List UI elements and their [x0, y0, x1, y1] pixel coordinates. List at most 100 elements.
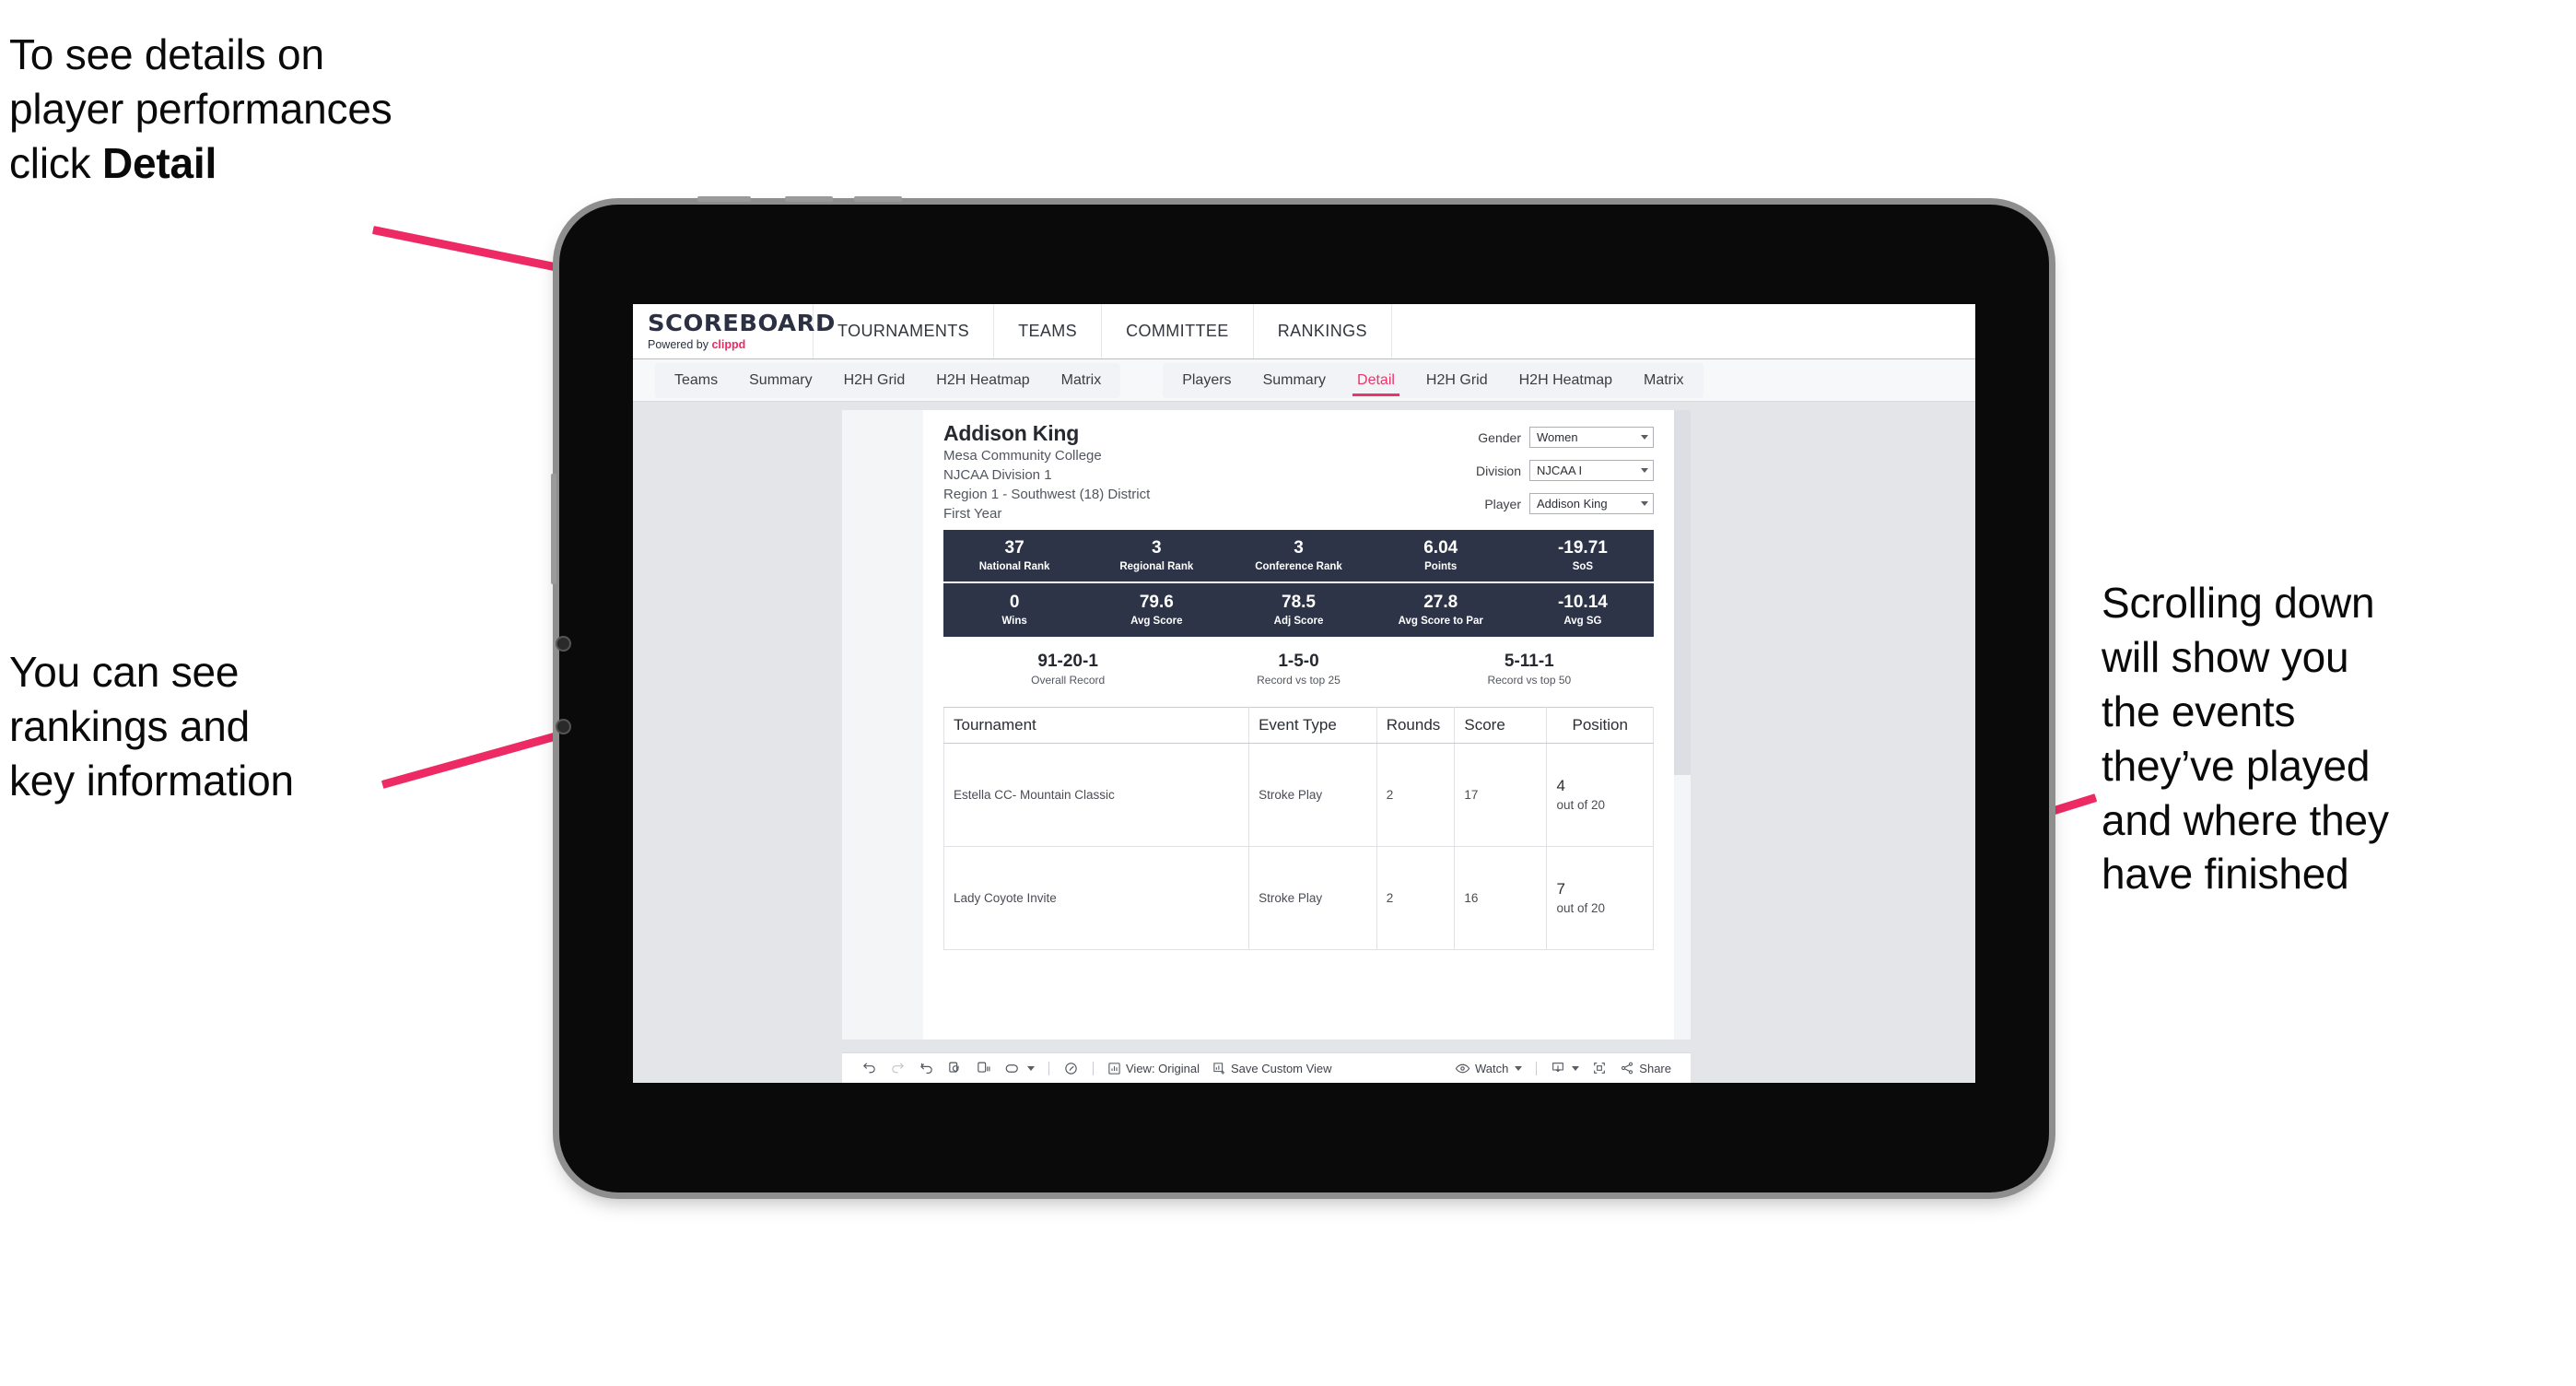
stat-label: Regional Rank [1119, 560, 1194, 572]
redo-button[interactable] [884, 1057, 912, 1079]
refresh-button[interactable] [941, 1057, 969, 1079]
cell-event-type: Stroke Play [1248, 742, 1377, 847]
stat-label: Avg SG [1563, 615, 1602, 627]
tab-teams[interactable]: Teams [659, 363, 733, 398]
col-header-rounds[interactable]: Rounds [1376, 706, 1456, 744]
scroll-track[interactable] [1674, 410, 1691, 775]
dashboard-workspace: Addison King Mesa Community College NJCA… [633, 402, 1975, 1083]
cell-rounds: 2 [1376, 742, 1456, 847]
tab-teams-summary[interactable]: Summary [733, 363, 827, 398]
stat-national-rank: 37 National Rank [943, 530, 1085, 581]
filter-gender-select[interactable]: Women [1529, 427, 1654, 448]
record-vs-top-25: 1-5-0 Record vs top 25 [1183, 652, 1413, 687]
nav-item-tournaments[interactable]: TOURNAMENTS [814, 304, 995, 358]
card-content: Addison King Mesa Community College NJCA… [923, 410, 1674, 1040]
player-name: Addison King [943, 421, 1080, 445]
redo-icon [892, 1062, 904, 1073]
stat-label: Conference Rank [1255, 560, 1342, 572]
tab-teams-h2h-heatmap[interactable]: H2H Heatmap [920, 363, 1045, 398]
nav-item-teams[interactable]: TEAMS [994, 304, 1103, 358]
pause-button[interactable] [1057, 1057, 1085, 1079]
toolbar-divider [1093, 1061, 1094, 1075]
pause-auto-update-button[interactable] [969, 1057, 998, 1079]
nav-item-committee[interactable]: COMMITTEE [1102, 304, 1254, 358]
share-button[interactable]: Share [1613, 1057, 1678, 1079]
events-table-head: Tournament Event Type Rounds Score Posit… [943, 706, 1654, 744]
stat-value: -10.14 [1557, 592, 1608, 612]
power-button[interactable] [697, 196, 751, 202]
cell-rounds: 2 [1376, 845, 1456, 950]
player-region: Region 1 - Southwest (18) District [943, 486, 1151, 502]
filter-gender: Gender Women [1476, 427, 1654, 448]
undo-icon [863, 1062, 875, 1073]
watch-button[interactable]: Watch [1448, 1057, 1528, 1079]
tab-teams-h2h-grid[interactable]: H2H Grid [828, 363, 921, 398]
filter-division-select[interactable]: NJCAA I [1529, 460, 1654, 481]
download-button[interactable] [1544, 1057, 1586, 1079]
stats-row-secondary: 0 Wins 79.6 Avg Score 78.5 Adj Score 27.… [943, 582, 1654, 637]
secondary-tab-bar: Teams Summary H2H Grid H2H Heatmap Matri… [633, 359, 1975, 402]
cell-tournament: Lady Coyote Invite [943, 845, 1250, 950]
tab-players-matrix[interactable]: Matrix [1628, 363, 1700, 398]
stat-value: 6.04 [1423, 537, 1458, 558]
brand-name: SCOREBOARD [648, 310, 836, 336]
revert-icon [920, 1063, 932, 1074]
volume-up-button[interactable] [785, 196, 833, 202]
table-row[interactable]: Lady Coyote Invite Stroke Play 2 16 7 ou… [943, 845, 1654, 950]
stat-avg-sg: -10.14 Avg SG [1512, 583, 1654, 637]
stat-label: Avg Score [1130, 615, 1183, 627]
brand-tagline-prefix: Powered by [648, 338, 712, 351]
col-header-event-type[interactable]: Event Type [1248, 706, 1377, 744]
events-table-body: Estella CC- Mountain Classic Stroke Play… [943, 742, 1654, 950]
stat-value: 3 [1152, 537, 1162, 558]
revert-button[interactable] [912, 1057, 941, 1079]
record-label: Overall Record [1031, 673, 1106, 687]
brand-logo[interactable]: SCOREBOARD Powered by clippd [633, 304, 836, 358]
stat-label: Adj Score [1273, 615, 1324, 627]
nav-item-rankings[interactable]: RANKINGS [1254, 304, 1392, 358]
side-button[interactable] [551, 474, 556, 584]
app-header: SCOREBOARD Powered by clippd TOURNAMENTS… [633, 304, 1975, 359]
filter-division-value: NJCAA I [1537, 464, 1583, 477]
refresh-icon [949, 1062, 959, 1073]
filter-division-label: Division [1475, 463, 1521, 478]
bottom-toolbar: View: Original Save Custom View Watch Sh… [842, 1052, 1691, 1083]
stat-avg-score-to-par: 27.8 Avg Score to Par [1370, 583, 1512, 637]
panel-filler [1674, 775, 1691, 1040]
filter-player-label: Player [1484, 496, 1521, 511]
table-row[interactable]: Estella CC- Mountain Classic Stroke Play… [943, 742, 1654, 847]
save-view-icon [1213, 1062, 1225, 1075]
fullscreen-icon [1594, 1063, 1606, 1074]
player-detail-card: Addison King Mesa Community College NJCA… [842, 410, 1674, 1040]
tab-teams-matrix[interactable]: Matrix [1046, 363, 1118, 398]
stat-avg-score: 79.6 Avg Score [1085, 583, 1227, 637]
share-label: Share [1639, 1061, 1671, 1075]
tab-players-detail[interactable]: Detail [1341, 363, 1411, 398]
cell-position: 4 out of 20 [1546, 742, 1654, 847]
players-tab-group: Players Summary Detail H2H Grid H2H Heat… [1163, 362, 1704, 398]
clock-icon [1065, 1062, 1077, 1075]
device-layout-button[interactable] [998, 1057, 1041, 1079]
tab-players-h2h-heatmap[interactable]: H2H Heatmap [1504, 363, 1628, 398]
tab-players-h2h-grid[interactable]: H2H Grid [1411, 363, 1504, 398]
volume-down-button[interactable] [854, 196, 902, 202]
tab-players-summary[interactable]: Summary [1247, 363, 1341, 398]
record-value: 1-5-0 [1278, 651, 1319, 671]
col-header-position[interactable]: Position [1546, 706, 1654, 744]
col-header-tournament[interactable]: Tournament [943, 706, 1250, 744]
view-original-button[interactable]: View: Original [1101, 1057, 1206, 1079]
eye-icon [1455, 1063, 1470, 1073]
chevron-down-icon [1572, 1065, 1580, 1071]
save-custom-view-button[interactable]: Save Custom View [1206, 1057, 1339, 1079]
chevron-down-icon [1641, 435, 1648, 440]
stats-row-primary: 37 National Rank 3 Regional Rank 3 Confe… [943, 529, 1654, 583]
record-value: 91-20-1 [1037, 651, 1098, 671]
undo-button[interactable] [855, 1057, 884, 1079]
tab-players[interactable]: Players [1166, 363, 1247, 398]
filter-player-value: Addison King [1537, 497, 1608, 511]
fullscreen-button[interactable] [1586, 1057, 1613, 1079]
position-rank: 4 [1556, 777, 1565, 795]
view-icon [1108, 1062, 1120, 1075]
col-header-score[interactable]: Score [1454, 706, 1548, 744]
filter-player-select[interactable]: Addison King [1529, 493, 1654, 514]
